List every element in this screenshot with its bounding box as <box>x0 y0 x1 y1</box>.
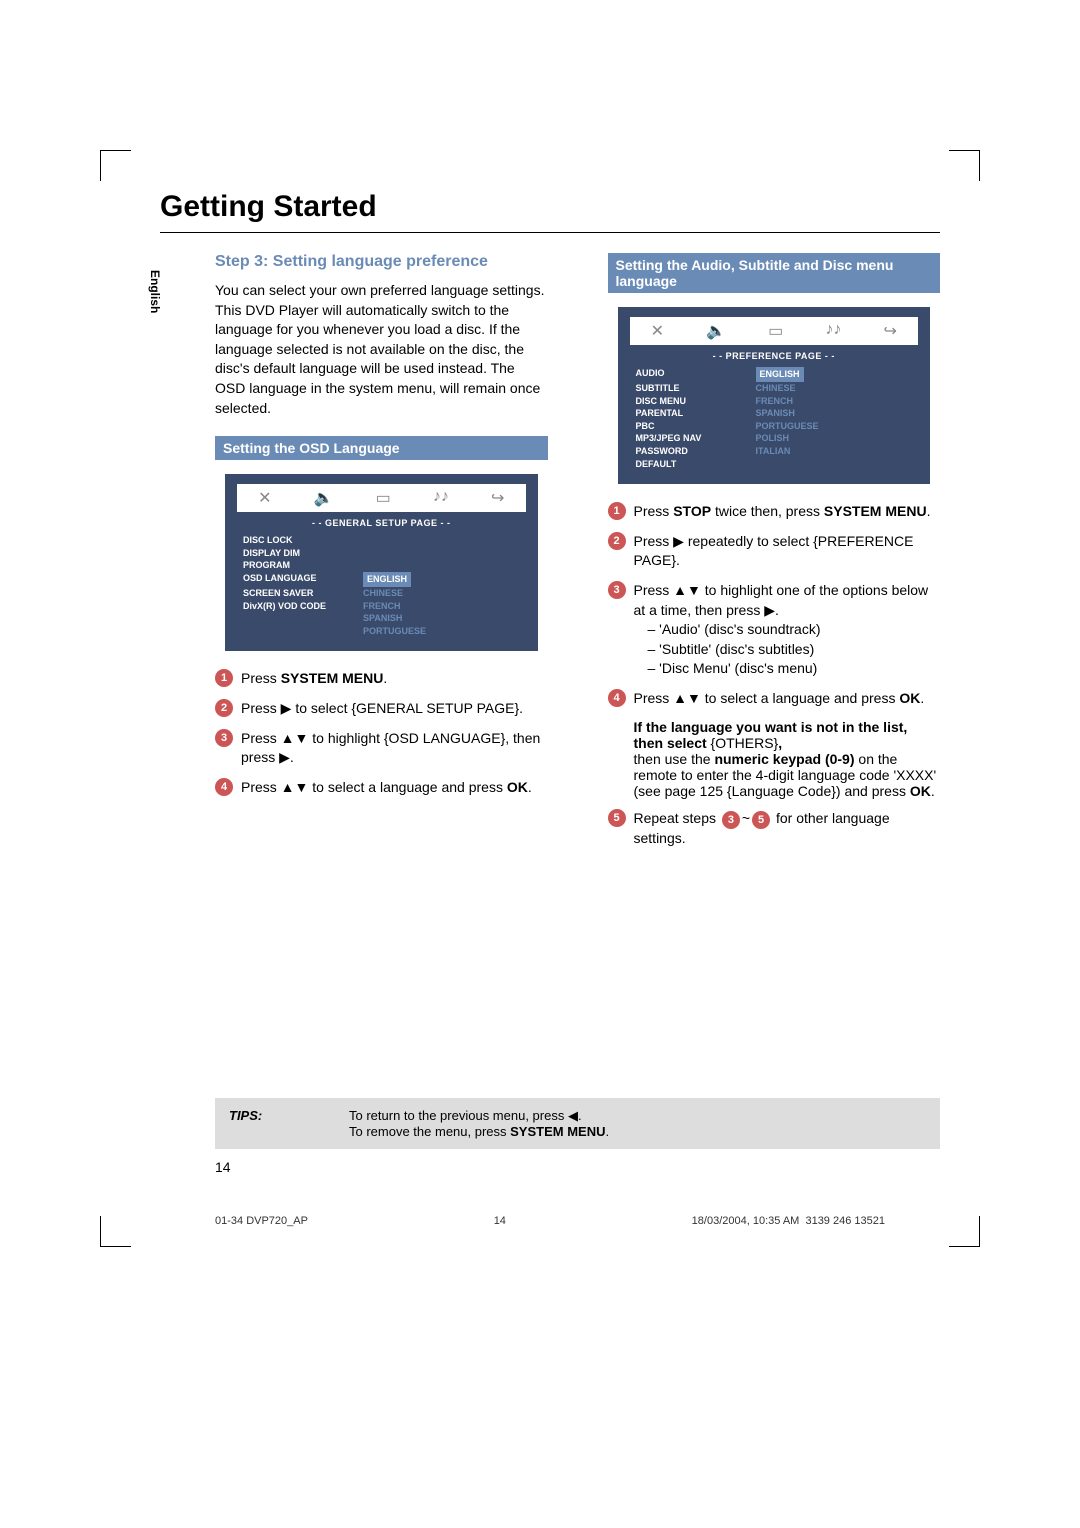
pref-item: AUDIO <box>636 367 756 382</box>
wrench-icon: ✕ <box>651 321 664 341</box>
osd-screenshot: ✕ 🔈 ▭ ♪♪ ↪ - - GENERAL SETUP PAGE - - DI… <box>225 474 538 651</box>
pref-item: DEFAULT <box>636 458 756 471</box>
pref-item: PBC <box>636 420 756 433</box>
pref-value: PORTUGUESE <box>756 420 913 433</box>
osd-value: PORTUGUESE <box>363 625 520 638</box>
pref-title: - - PREFERENCE PAGE - - <box>618 351 931 361</box>
eq-icon: ♪♪ <box>825 321 841 341</box>
note-block: If the language you want is not in the l… <box>634 719 941 799</box>
tips-line: To remove the menu, press SYSTEM MENU. <box>349 1124 609 1139</box>
step-bullet-1: 1 <box>215 669 233 687</box>
step-bullet-3: 3 <box>215 729 233 747</box>
step-item: 3 Press ▲▼ to highlight {OSD LANGUAGE}, … <box>215 729 548 768</box>
pref-value: POLISH <box>756 432 913 445</box>
right-column: Setting the Audio, Subtitle and Disc men… <box>608 253 941 858</box>
step-item: 5 Repeat steps 3~5 for other language se… <box>608 809 941 849</box>
exit-icon: ↪ <box>884 321 897 341</box>
pref-value: ENGLISH <box>756 367 804 382</box>
pref-value: ITALIAN <box>756 445 913 458</box>
osd-item: DISPLAY DIM <box>243 547 363 560</box>
speaker-icon: 🔈 <box>706 321 726 341</box>
osd-item: DISC LOCK <box>243 534 363 547</box>
step-item: 3 Press ▲▼ to highlight one of the optio… <box>608 581 941 679</box>
step3-heading: Step 3: Setting language preference <box>215 253 548 271</box>
step-bullet-2: 2 <box>215 699 233 717</box>
pref-section-header: Setting the Audio, Subtitle and Disc men… <box>608 253 941 293</box>
footer-pagenum: 14 <box>494 1215 506 1227</box>
print-footer: 01-34 DVP720_AP 14 18/03/2004, 10:35 AM … <box>215 1215 885 1227</box>
pref-value: SPANISH <box>756 407 913 420</box>
pref-value: CHINESE <box>756 382 913 395</box>
eq-icon: ♪♪ <box>433 488 449 508</box>
pref-item: DISC MENU <box>636 395 756 408</box>
step-bullet-2: 2 <box>608 532 626 550</box>
step-item: 1 Press STOP twice then, press SYSTEM ME… <box>608 502 941 522</box>
title-rule <box>160 232 940 233</box>
inline-bullet-5: 5 <box>752 811 770 829</box>
step-bullet-4: 4 <box>608 689 626 707</box>
wrench-icon: ✕ <box>258 488 271 508</box>
step-bullet-3: 3 <box>608 581 626 599</box>
left-column: Step 3: Setting language preference You … <box>215 253 548 858</box>
osd-value: SPANISH <box>363 612 520 625</box>
pref-screenshot: ✕ 🔈 ▭ ♪♪ ↪ - - PREFERENCE PAGE - - AUDIO… <box>618 307 931 484</box>
language-tab: English <box>148 270 162 313</box>
tv-icon: ▭ <box>376 488 391 508</box>
pref-item: PASSWORD <box>636 445 756 458</box>
footer-timestamp: 18/03/2004, 10:35 AM <box>692 1215 800 1227</box>
osd-item: OSD LANGUAGE <box>243 572 363 587</box>
osd-item: DivX(R) VOD CODE <box>243 600 363 613</box>
step-item: 4 Press ▲▼ to select a language and pres… <box>215 778 548 798</box>
tips-label: TIPS: <box>229 1108 349 1123</box>
step-bullet-5: 5 <box>608 809 626 827</box>
footer-partnum: 3139 246 13521 <box>805 1215 885 1227</box>
manual-page: English Getting Started Step 3: Setting … <box>0 0 1080 1307</box>
step-item: 1 Press SYSTEM MENU. <box>215 669 548 689</box>
osd-section-header: Setting the OSD Language <box>215 436 548 460</box>
step-item: 2 Press ▶ repeatedly to select {PREFEREN… <box>608 532 941 571</box>
inline-bullet-3: 3 <box>722 811 740 829</box>
page-title: Getting Started <box>160 190 940 224</box>
pref-item: SUBTITLE <box>636 382 756 395</box>
footer-filename: 01-34 DVP720_AP <box>215 1215 308 1227</box>
osd-value: CHINESE <box>363 587 520 600</box>
speaker-icon: 🔈 <box>314 488 334 508</box>
tv-icon: ▭ <box>768 321 783 341</box>
step-bullet-4: 4 <box>215 778 233 796</box>
exit-icon: ↪ <box>491 488 504 508</box>
pref-item: PARENTAL <box>636 407 756 420</box>
page-number: 14 <box>215 1159 940 1175</box>
osd-title: - - GENERAL SETUP PAGE - - <box>225 518 538 528</box>
osd-item: PROGRAM <box>243 559 363 572</box>
osd-item: SCREEN SAVER <box>243 587 363 600</box>
step-item: 2 Press ▶ to select {GENERAL SETUP PAGE}… <box>215 699 548 719</box>
osd-value: ENGLISH <box>363 572 411 587</box>
tips-line: To return to the previous menu, press ◀. <box>349 1108 609 1124</box>
pref-value: FRENCH <box>756 395 913 408</box>
pref-item: MP3/JPEG NAV <box>636 432 756 445</box>
osd-value: FRENCH <box>363 600 520 613</box>
tips-box: TIPS: To return to the previous menu, pr… <box>215 1098 940 1149</box>
step-bullet-1: 1 <box>608 502 626 520</box>
step-item: 4 Press ▲▼ to select a language and pres… <box>608 689 941 709</box>
step3-intro: You can select your own preferred langua… <box>215 281 548 418</box>
